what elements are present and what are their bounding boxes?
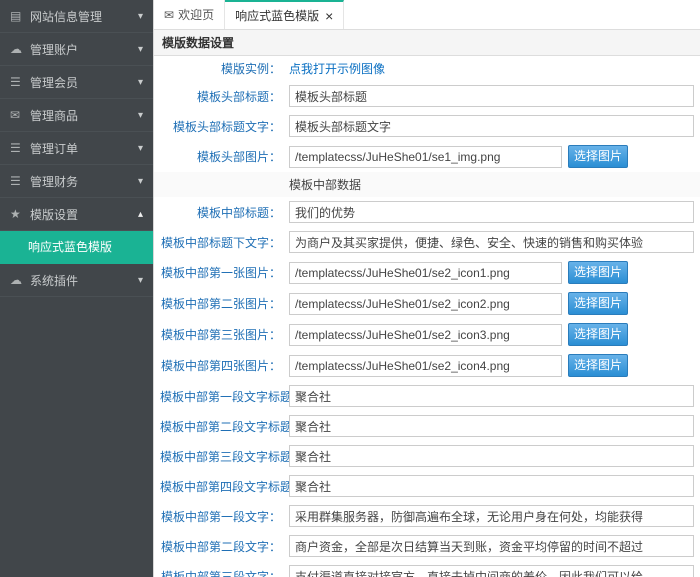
sidebar-item-label: 模版设置	[30, 206, 78, 223]
tab-label: 响应式蓝色模版	[235, 7, 319, 24]
tab-label: 欢迎页	[178, 6, 214, 23]
sidebar-item[interactable]: ☰ 管理订单 ▾	[0, 132, 153, 165]
sidebar-item[interactable]: ★ 模版设置 ▴	[0, 198, 153, 231]
sidebar-item-label: 管理订单	[30, 140, 78, 157]
tab-welcome[interactable]: ✉ 欢迎页	[154, 0, 225, 29]
mid-t3-label: 模板中部第三段文字标题：	[160, 448, 281, 465]
main-panel: ✉ 欢迎页 响应式蓝色模版 × 模版数据设置 模版实例： 点我打开示例图像 模板…	[153, 0, 700, 577]
sidebar-item[interactable]: ▤ 网站信息管理 ▾	[0, 0, 153, 33]
mid-t4-input[interactable]	[289, 475, 694, 497]
choose-image-button[interactable]: 选择图片	[568, 261, 628, 284]
mid-img1-input[interactable]	[289, 262, 562, 284]
chevron-down-icon: ▾	[138, 77, 143, 88]
mid-t1-label: 模板中部第一段文字标题：	[160, 388, 281, 405]
menu-icon: ☰	[10, 174, 24, 188]
menu-icon: ☰	[10, 141, 24, 155]
menu-icon: ☰	[10, 75, 24, 89]
chevron-down-icon: ▾	[138, 110, 143, 121]
sidebar-item-label: 管理财务	[30, 173, 78, 190]
mid-t2-input[interactable]	[289, 415, 694, 437]
tab-bar: ✉ 欢迎页 响应式蓝色模版 ×	[154, 0, 700, 30]
head-img-label: 模板头部图片：	[160, 148, 281, 165]
menu-icon: ★	[10, 207, 24, 221]
chevron-down-icon: ▾	[138, 11, 143, 22]
mid-img2-label: 模板中部第二张图片：	[160, 295, 281, 312]
head-img-input[interactable]	[289, 146, 562, 168]
choose-image-button[interactable]: 选择图片	[568, 292, 628, 315]
menu-icon: ✉	[10, 108, 24, 122]
mid-t2-label: 模板中部第二段文字标题：	[160, 418, 281, 435]
head-sub-input[interactable]	[289, 115, 694, 137]
menu-icon: ▤	[10, 9, 24, 23]
mid-p1-input[interactable]	[289, 505, 694, 527]
form-area: 模版实例： 点我打开示例图像 模板头部标题： 模板头部标题文字： 模板头部图片：…	[154, 56, 700, 577]
sidebar-item[interactable]: ☰ 管理财务 ▾	[0, 165, 153, 198]
mid-p1-label: 模板中部第一段文字：	[160, 508, 281, 525]
mid-img3-label: 模板中部第三张图片：	[160, 326, 281, 343]
mid-p2-label: 模板中部第二段文字：	[160, 538, 281, 555]
sidebar-item[interactable]: ☁ 管理账户 ▾	[0, 33, 153, 66]
chevron-down-icon: ▾	[138, 44, 143, 55]
mid-title-input[interactable]	[289, 201, 694, 223]
mid-title-label: 模板中部标题：	[160, 204, 281, 221]
mid-t3-input[interactable]	[289, 445, 694, 467]
chevron-up-icon: ▴	[138, 209, 143, 220]
sidebar-item-label: 网站信息管理	[30, 8, 102, 25]
chevron-down-icon: ▾	[138, 176, 143, 187]
example-link[interactable]: 点我打开示例图像	[289, 60, 385, 77]
mid-desc-input[interactable]	[289, 231, 694, 253]
sidebar-item-label: 管理账户	[30, 41, 78, 58]
menu-icon: ☁	[10, 273, 24, 287]
choose-image-button[interactable]: 选择图片	[568, 145, 628, 168]
panel-title: 模版数据设置	[154, 30, 700, 56]
choose-image-button[interactable]: 选择图片	[568, 354, 628, 377]
sidebar-subitem[interactable]: 响应式蓝色模版	[0, 231, 153, 264]
sidebar-item-label: 系统插件	[30, 272, 78, 289]
sidebar-item-label: 管理会员	[30, 74, 78, 91]
section-mid-title: 模板中部数据	[154, 172, 700, 197]
mid-p2-input[interactable]	[289, 535, 694, 557]
chevron-down-icon: ▾	[138, 143, 143, 154]
mid-img3-input[interactable]	[289, 324, 562, 346]
sidebar-item[interactable]: ☁ 系统插件 ▾	[0, 264, 153, 297]
envelope-icon: ✉	[164, 8, 174, 22]
menu-icon: ☁	[10, 42, 24, 56]
head-title-input[interactable]	[289, 85, 694, 107]
sidebar-item[interactable]: ✉ 管理商品 ▾	[0, 99, 153, 132]
mid-p3-label: 模板中部第三段文字：	[160, 568, 281, 577]
mid-img4-input[interactable]	[289, 355, 562, 377]
mid-img1-label: 模板中部第一张图片：	[160, 264, 281, 281]
mid-img2-input[interactable]	[289, 293, 562, 315]
mid-p3-input[interactable]	[289, 565, 694, 577]
mid-img4-label: 模板中部第四张图片：	[160, 357, 281, 374]
example-label: 模版实例：	[160, 60, 281, 77]
close-icon[interactable]: ×	[325, 8, 333, 24]
head-sub-label: 模板头部标题文字：	[160, 118, 281, 135]
head-title-label: 模板头部标题：	[160, 88, 281, 105]
mid-t1-input[interactable]	[289, 385, 694, 407]
mid-desc-label: 模板中部标题下文字：	[160, 234, 281, 251]
choose-image-button[interactable]: 选择图片	[568, 323, 628, 346]
sidebar-item-label: 管理商品	[30, 107, 78, 124]
chevron-down-icon: ▾	[138, 275, 143, 286]
sidebar-item[interactable]: ☰ 管理会员 ▾	[0, 66, 153, 99]
tab-template[interactable]: 响应式蓝色模版 ×	[225, 0, 344, 29]
mid-t4-label: 模板中部第四段文字标题：	[160, 478, 281, 495]
sidebar: ▤ 网站信息管理 ▾ ☁ 管理账户 ▾ ☰ 管理会员 ▾ ✉ 管理商品 ▾ ☰ 管理订单 ▾ ☰ 管理财务 ▾ ★ 模…	[0, 0, 153, 577]
